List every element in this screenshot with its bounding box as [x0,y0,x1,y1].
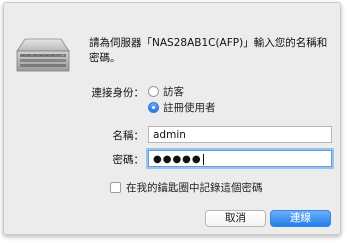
prompt-text: 請為伺服器「NAS28AB1C(AFP)」輸入您的名稱和密碼。 [89,37,328,64]
password-label: 密碼： [112,154,145,166]
keychain-option[interactable]: 在我的鑰匙圈中記錄這個密碼 [110,180,263,195]
login-dialog: 請為伺服器「NAS28AB1C(AFP)」輸入您的名稱和密碼。 連接身份： 訪客… [3,2,341,235]
cancel-button[interactable]: 取消 [205,210,266,227]
registered-user-radio[interactable] [148,101,159,113]
guest-radio[interactable] [148,85,159,97]
name-input-value: admin [153,129,186,141]
password-input[interactable]: ●●●●● [148,150,332,167]
name-input[interactable]: admin [148,126,332,143]
keychain-checkbox[interactable] [110,182,121,193]
registered-user-radio-label: 註冊使用者 [163,101,216,114]
guest-radio-option[interactable]: 訪客 [148,84,184,98]
guest-radio-label: 訪客 [163,85,184,98]
keychain-checkbox-label: 在我的鑰匙圈中記錄這個密碼 [126,182,263,194]
password-dots: ●●●●● [153,154,202,165]
connect-button[interactable]: 連線 [270,210,331,227]
connect-as-label: 連接身份： [91,87,145,99]
server-icon [16,38,70,72]
text-caret [202,153,204,165]
registered-user-radio-option[interactable]: 註冊使用者 [148,100,216,114]
name-label: 名稱： [112,130,145,142]
